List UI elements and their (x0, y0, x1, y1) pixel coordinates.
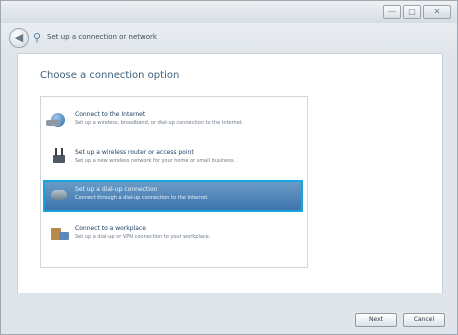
globe-icon (46, 111, 69, 131)
router-icon (49, 148, 69, 169)
option-title: Set up a dial-up connection (75, 186, 158, 193)
close-button[interactable]: ✕ (423, 5, 451, 19)
wizard-title: Set up a connection or network (47, 33, 157, 41)
maximize-button[interactable]: □ (403, 5, 421, 19)
wizard-footer: Next Cancel (1, 293, 457, 334)
option-connect-workplace[interactable]: Connect to a workplace Set up a dial-up … (45, 221, 301, 253)
option-text: Connect to a workplace Set up a dial-up … (75, 225, 210, 240)
connection-wizard-window: — □ ✕ ◀ ⚲ Set up a connection or network… (0, 0, 458, 335)
network-icon: ⚲ (33, 31, 42, 44)
page-heading: Choose a connection option (40, 70, 180, 81)
back-button[interactable]: ◀ (9, 28, 29, 48)
next-button[interactable]: Next (355, 313, 397, 327)
option-text: Set up a wireless router or access point… (75, 149, 235, 164)
option-wireless-router[interactable]: Set up a wireless router or access point… (45, 145, 301, 177)
option-title: Set up a wireless router or access point (75, 149, 194, 156)
option-title: Connect to the Internet (75, 111, 146, 118)
modem-icon (49, 186, 69, 206)
option-text: Set up a dial-up connection Connect thro… (75, 186, 209, 201)
cancel-button[interactable]: Cancel (403, 313, 445, 327)
option-description: Set up a wireless, broadband, or dial-up… (75, 120, 244, 126)
option-dialup-connection[interactable]: Set up a dial-up connection Connect thro… (42, 179, 304, 213)
window-controls: — □ ✕ (383, 5, 451, 19)
workplace-icon (49, 225, 69, 245)
option-description: Connect through a dial-up connection to … (75, 195, 209, 201)
option-text: Connect to the Internet Set up a wireles… (75, 111, 243, 126)
nav-bar: ◀ ⚲ Set up a connection or network (1, 23, 457, 53)
option-title: Connect to a workplace (75, 225, 146, 232)
title-bar: — □ ✕ (1, 1, 457, 23)
option-description: Set up a new wireless network for your h… (75, 158, 236, 164)
option-description: Set up a dial-up or VPN connection to yo… (75, 234, 211, 240)
connection-options-list: Connect to the Internet Set up a wireles… (40, 96, 308, 268)
minimize-button[interactable]: — (383, 5, 401, 19)
option-connect-internet[interactable]: Connect to the Internet Set up a wireles… (45, 107, 301, 139)
wizard-content: Choose a connection option Connect to th… (17, 53, 443, 295)
